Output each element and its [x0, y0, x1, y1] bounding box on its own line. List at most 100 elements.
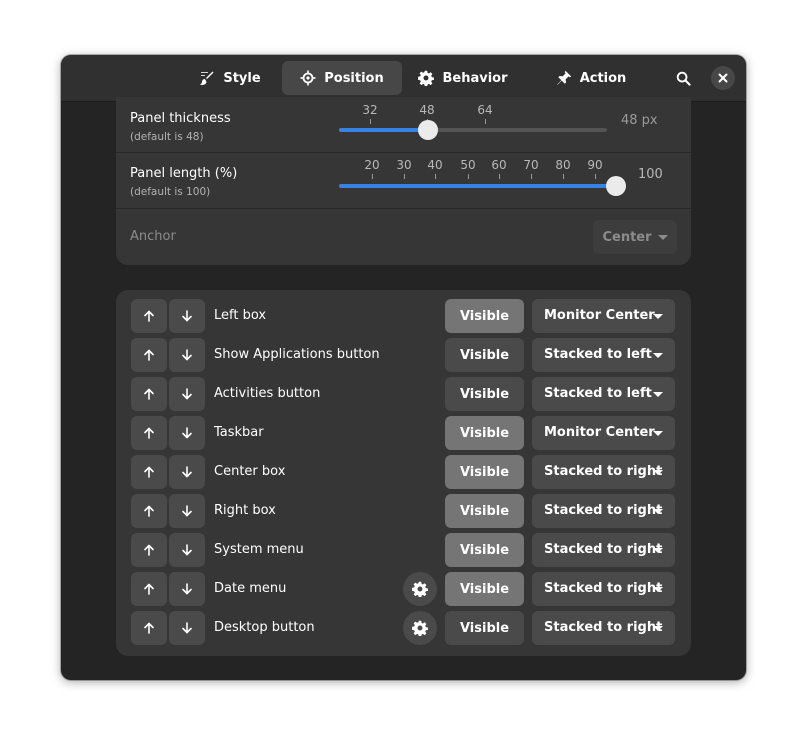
length-mark: 40: [427, 158, 443, 172]
arrow-down-icon: [181, 388, 193, 400]
anchor-label: Anchor: [130, 229, 176, 244]
search-icon: [676, 71, 691, 86]
close-icon: [718, 73, 728, 83]
move-down-button[interactable]: [169, 455, 205, 489]
position-dropdown[interactable]: Stacked to left: [532, 377, 675, 411]
position-value: Stacked to right: [544, 542, 663, 557]
length-mark: 90: [587, 158, 603, 172]
move-down-button[interactable]: [169, 416, 205, 450]
position-dropdown[interactable]: Stacked to left: [532, 338, 675, 372]
item-settings-button[interactable]: [403, 611, 437, 645]
list-item: System menu Visible Stacked to right: [131, 533, 676, 567]
length-tick: [563, 174, 564, 179]
length-tick: [435, 174, 436, 179]
position-dropdown[interactable]: Stacked to right: [532, 494, 675, 528]
anchor-dropdown[interactable]: Center: [593, 220, 677, 254]
tab-position[interactable]: Position: [282, 61, 402, 95]
position-dropdown[interactable]: Monitor Center: [532, 416, 675, 450]
move-up-button[interactable]: [131, 611, 167, 645]
arrow-down-icon: [181, 466, 193, 478]
thickness-mark: 48: [419, 103, 435, 117]
tab-style-label: Style: [223, 70, 261, 86]
visible-toggle[interactable]: Visible: [445, 494, 524, 528]
arrow-up-icon: [143, 349, 155, 361]
close-button[interactable]: [711, 66, 735, 90]
thickness-slider[interactable]: 32 48 64: [336, 97, 611, 152]
move-down-button[interactable]: [169, 299, 205, 333]
item-label: Date menu: [214, 581, 287, 596]
length-knob[interactable]: [606, 176, 626, 196]
chevron-down-icon: [653, 431, 663, 436]
gear-icon: [412, 581, 428, 597]
arrow-up-icon: [143, 310, 155, 322]
tab-behavior[interactable]: Behavior: [413, 61, 513, 95]
move-down-button[interactable]: [169, 377, 205, 411]
position-dropdown[interactable]: Monitor Center: [532, 299, 675, 333]
length-end-mark: 100: [638, 167, 663, 182]
visible-toggle[interactable]: Visible: [445, 572, 524, 606]
tab-action[interactable]: Action: [541, 61, 641, 95]
length-subtitle: (default is 100): [130, 186, 211, 198]
anchor-value: Center: [602, 229, 652, 245]
position-dropdown[interactable]: Stacked to right: [532, 611, 675, 645]
visible-toggle[interactable]: Visible: [445, 377, 524, 411]
length-tick: [372, 174, 373, 179]
length-mark: 20: [364, 158, 380, 172]
visible-toggle[interactable]: Visible: [445, 416, 524, 450]
move-down-button[interactable]: [169, 611, 205, 645]
arrow-up-icon: [143, 388, 155, 400]
length-tick: [404, 174, 405, 179]
list-item: Date menu Visible Stacked to right: [131, 572, 676, 606]
position-dropdown[interactable]: Stacked to right: [532, 533, 675, 567]
arrow-up-icon: [143, 544, 155, 556]
move-up-button[interactable]: [131, 533, 167, 567]
move-up-button[interactable]: [131, 494, 167, 528]
move-up-button[interactable]: [131, 299, 167, 333]
chevron-down-icon: [657, 234, 668, 240]
item-label: Show Applications button: [214, 347, 380, 362]
list-item: Center box Visible Stacked to right: [131, 455, 676, 489]
arrow-down-icon: [181, 427, 193, 439]
visible-toggle[interactable]: Visible: [445, 338, 524, 372]
item-label: Activities button: [214, 386, 321, 401]
arrow-down-icon: [181, 583, 193, 595]
tab-action-label: Action: [579, 70, 627, 86]
tab-style[interactable]: Style: [180, 61, 280, 95]
move-down-button[interactable]: [169, 533, 205, 567]
arrow-down-icon: [181, 622, 193, 634]
position-crosshair-icon: [300, 70, 316, 86]
item-settings-button[interactable]: [403, 572, 437, 606]
list-item: Desktop button Visible Stacked to right: [131, 611, 676, 645]
visible-toggle[interactable]: Visible: [445, 611, 524, 645]
length-slider[interactable]: 20 30 40 50 60 70 80 90: [336, 153, 626, 208]
chevron-down-icon: [653, 548, 663, 553]
position-value: Stacked to left: [544, 386, 652, 401]
header-bar: Style Position Behavior Action: [61, 55, 746, 102]
thickness-tick: [370, 119, 371, 124]
arrow-up-icon: [143, 505, 155, 517]
visible-toggle[interactable]: Visible: [445, 455, 524, 489]
arrow-up-icon: [143, 466, 155, 478]
move-up-button[interactable]: [131, 377, 167, 411]
move-down-button[interactable]: [169, 572, 205, 606]
move-down-button[interactable]: [169, 338, 205, 372]
search-button[interactable]: [671, 66, 695, 90]
length-fill: [339, 184, 626, 188]
move-up-button[interactable]: [131, 455, 167, 489]
position-value: Stacked to right: [544, 581, 663, 596]
thickness-fill: [339, 128, 428, 132]
gear-icon: [418, 70, 435, 86]
move-up-button[interactable]: [131, 416, 167, 450]
thickness-knob[interactable]: [418, 120, 438, 140]
arrow-down-icon: [181, 310, 193, 322]
visible-toggle[interactable]: Visible: [445, 299, 524, 333]
thickness-mark: 32: [362, 103, 378, 117]
chevron-down-icon: [653, 392, 663, 397]
position-dropdown[interactable]: Stacked to right: [532, 572, 675, 606]
position-dropdown[interactable]: Stacked to right: [532, 455, 675, 489]
move-up-button[interactable]: [131, 572, 167, 606]
move-up-button[interactable]: [131, 338, 167, 372]
thickness-title: Panel thickness: [130, 111, 231, 126]
visible-toggle[interactable]: Visible: [445, 533, 524, 567]
move-down-button[interactable]: [169, 494, 205, 528]
